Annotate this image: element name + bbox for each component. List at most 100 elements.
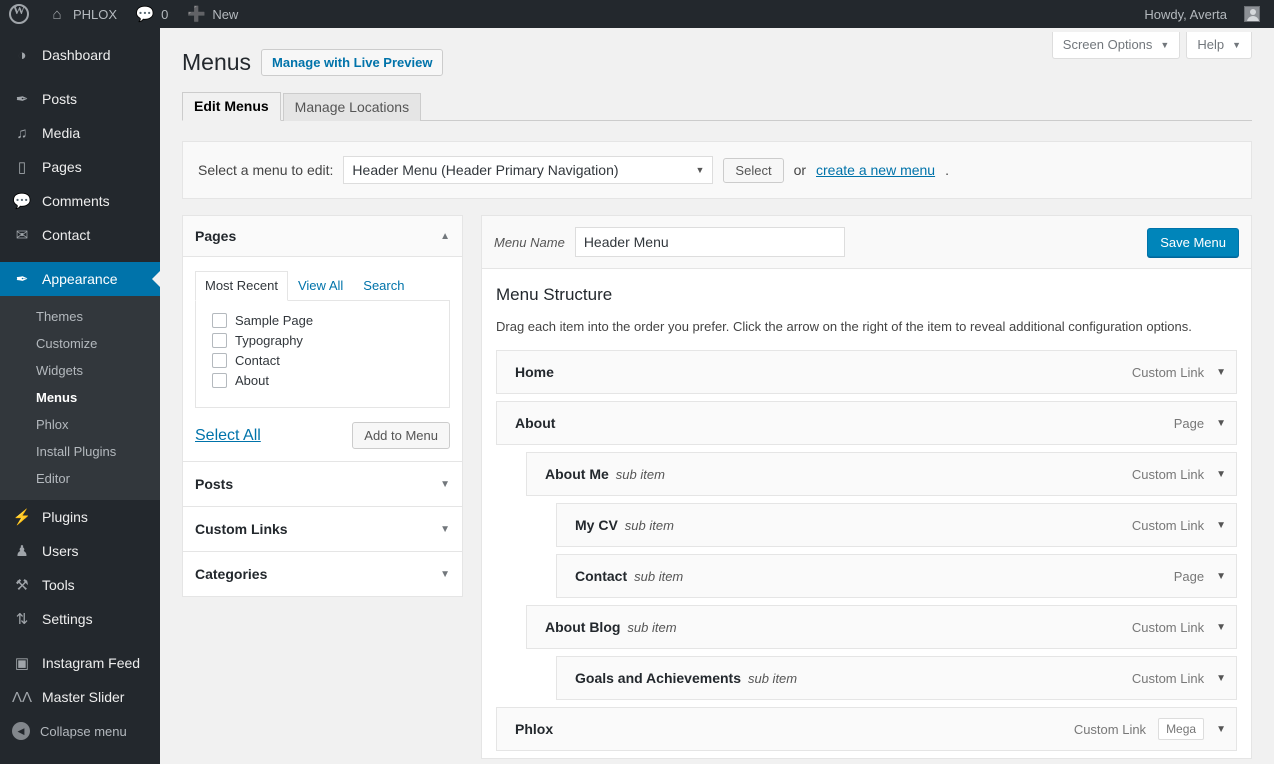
select-all-link[interactable]: Select All [195, 427, 261, 445]
sidebar-subitem-themes[interactable]: Themes [0, 303, 160, 330]
collapse-arrow-icon: ◀ [12, 722, 30, 740]
site-name-menu[interactable]: ⌂ PHLOX [38, 0, 126, 28]
menu-item-row[interactable]: Phlox Custom Link Mega ▼ [496, 707, 1237, 751]
chevron-down-icon[interactable]: ▼ [1216, 520, 1226, 531]
inner-tab-view-all[interactable]: View All [288, 271, 353, 301]
pages-accordion-header[interactable]: Pages ▲ [183, 216, 462, 257]
sidebar-item-posts[interactable]: ✒ Posts [0, 82, 160, 116]
screen-options-button[interactable]: Screen Options ▼ [1051, 32, 1181, 59]
sidebar-subitem-customize[interactable]: Customize [0, 330, 160, 357]
sidebar-item-tools[interactable]: ⚒ Tools [0, 568, 160, 602]
menu-item-row[interactable]: Goals and Achievements sub item Custom L… [556, 656, 1237, 700]
sidebar-subitem-phlox[interactable]: Phlox [0, 411, 160, 438]
sidebar-item-comments[interactable]: 💬 Comments [0, 184, 160, 218]
comment-bubble-icon: 💬 [12, 192, 32, 210]
sidebar-subitem-menus[interactable]: Menus [0, 384, 160, 411]
inner-tab-most-recent[interactable]: Most Recent [195, 271, 288, 301]
chevron-up-icon[interactable]: ▲ [440, 231, 450, 242]
menu-item-row[interactable]: About Page ▼ [496, 401, 1237, 445]
menu-item-subitem-label: sub item [624, 517, 674, 533]
sliders-icon: ⇅ [15, 610, 29, 628]
comment-bubble-icon: 💬 [135, 5, 155, 23]
sidebar-subitem-widgets[interactable]: Widgets [0, 357, 160, 384]
sidebar-item-appearance[interactable]: ✒ Appearance [0, 262, 160, 296]
sidebar-item-label: Comments [42, 193, 110, 209]
manage-with-live-preview-button[interactable]: Manage with Live Preview [261, 49, 444, 76]
menu-item-meta: Custom Link ▼ [1132, 365, 1226, 380]
categories-accordion-header[interactable]: Categories ▼ [182, 552, 463, 597]
chevron-down-icon[interactable]: ▼ [1216, 673, 1226, 684]
menu-name-input[interactable] [574, 227, 845, 257]
chevron-down-icon[interactable]: ▼ [1216, 469, 1226, 480]
chevron-down-icon[interactable]: ▼ [440, 524, 450, 535]
chevron-down-icon[interactable]: ▼ [1216, 571, 1226, 582]
create-new-menu-link[interactable]: create a new menu [816, 162, 935, 178]
menu-item-row[interactable]: My CV sub item Custom Link ▼ [556, 503, 1237, 547]
menu-item-title: About [515, 415, 556, 431]
posts-accordion-header[interactable]: Posts ▼ [182, 462, 463, 507]
chevron-down-icon[interactable]: ▼ [1216, 724, 1226, 735]
custom-links-accordion-header[interactable]: Custom Links ▼ [182, 507, 463, 552]
menu-item-title: Contact [575, 568, 628, 584]
plug-icon: ⚡ [12, 508, 32, 526]
chevron-down-icon[interactable]: ▼ [440, 569, 450, 580]
chevron-down-icon[interactable]: ▼ [440, 479, 450, 490]
checkbox-sample-page[interactable] [212, 313, 227, 328]
account-area[interactable]: Howdy, Averta [1135, 0, 1274, 28]
camera-icon: ▣ [14, 654, 30, 672]
sidebar-item-dashboard[interactable]: ◑ Dashboard [0, 38, 160, 72]
menu-item-row[interactable]: Contact sub item Page ▼ [556, 554, 1237, 598]
chevron-down-icon[interactable]: ▼ [1216, 367, 1226, 378]
sidebar-item-media[interactable]: ♫ Media [0, 116, 160, 150]
list-item[interactable]: Sample Page [208, 311, 437, 331]
tab-edit-menus[interactable]: Edit Menus [182, 92, 281, 121]
sidebar-item-master-slider[interactable]: ΛΛ Master Slider [0, 680, 160, 714]
checkbox-typography[interactable] [212, 333, 227, 348]
list-item[interactable]: Contact [208, 351, 437, 371]
menu-name-bar: Menu Name Save Menu [482, 216, 1251, 269]
sidebar-item-plugins[interactable]: ⚡ Plugins [0, 500, 160, 534]
sidebar-item-label: Appearance [42, 271, 118, 287]
chevron-down-icon[interactable]: ▼ [1216, 418, 1226, 429]
help-button[interactable]: Help ▼ [1186, 32, 1252, 59]
comments-menu[interactable]: 💬 0 [126, 0, 177, 28]
wp-logo-menu[interactable] [0, 0, 38, 28]
help-label: Help [1197, 37, 1225, 52]
select-menu-label: Select a menu to edit: [198, 162, 334, 178]
categories-accordion-title: Categories [195, 566, 268, 582]
sidebar-item-instagram-feed[interactable]: ▣ Instagram Feed [0, 646, 160, 680]
howdy-label: Howdy, Averta [1144, 6, 1227, 22]
save-menu-button[interactable]: Save Menu [1147, 227, 1239, 257]
menu-item-row[interactable]: About Blog sub item Custom Link ▼ [526, 605, 1237, 649]
sidebar-subitem-editor[interactable]: Editor [0, 465, 160, 492]
home-icon: ⌂ [52, 5, 62, 23]
inner-tab-search[interactable]: Search [353, 271, 414, 301]
menu-item-type: Custom Link [1131, 364, 1205, 380]
dashboard-gauge-icon: ◑ [17, 46, 27, 64]
new-content-menu[interactable]: ➕ New [177, 0, 247, 28]
mega-menu-badge[interactable]: Mega [1158, 718, 1205, 740]
menu-item-title: Phlox [515, 721, 554, 737]
list-item[interactable]: About [208, 371, 437, 391]
collapse-menu-button[interactable]: ◀ Collapse menu [0, 714, 160, 748]
menu-item-title: Home [515, 364, 554, 380]
menu-item-subitem-label: sub item [615, 466, 665, 482]
menu-item-row[interactable]: About Me sub item Custom Link ▼ [526, 452, 1237, 496]
sidebar-item-settings[interactable]: ⇅ Settings [0, 602, 160, 636]
sidebar-item-pages[interactable]: ▯ Pages [0, 150, 160, 184]
checkbox-about[interactable] [212, 373, 227, 388]
sidebar-item-users[interactable]: ♟ Users [0, 534, 160, 568]
tab-manage-locations[interactable]: Manage Locations [282, 93, 422, 121]
checkbox-contact[interactable] [212, 353, 227, 368]
menu-item-row[interactable]: Home Custom Link ▼ [496, 350, 1237, 394]
sidebar-item-contact[interactable]: ✉ Contact [0, 218, 160, 252]
list-item[interactable]: Typography [208, 331, 437, 351]
select-button[interactable]: Select [723, 157, 784, 183]
chevron-down-icon[interactable]: ▼ [1216, 622, 1226, 633]
sidebar-subitem-install-plugins[interactable]: Install Plugins [0, 438, 160, 465]
menu-select-dropdown[interactable]: Header Menu (Header Primary Navigation) [343, 156, 714, 184]
menu-item-title: Goals and Achievements [575, 670, 741, 686]
menu-item-meta: Custom Link ▼ [1132, 518, 1226, 533]
add-to-menu-button[interactable]: Add to Menu [352, 422, 450, 449]
menu-item-type: Custom Link [1131, 466, 1205, 482]
